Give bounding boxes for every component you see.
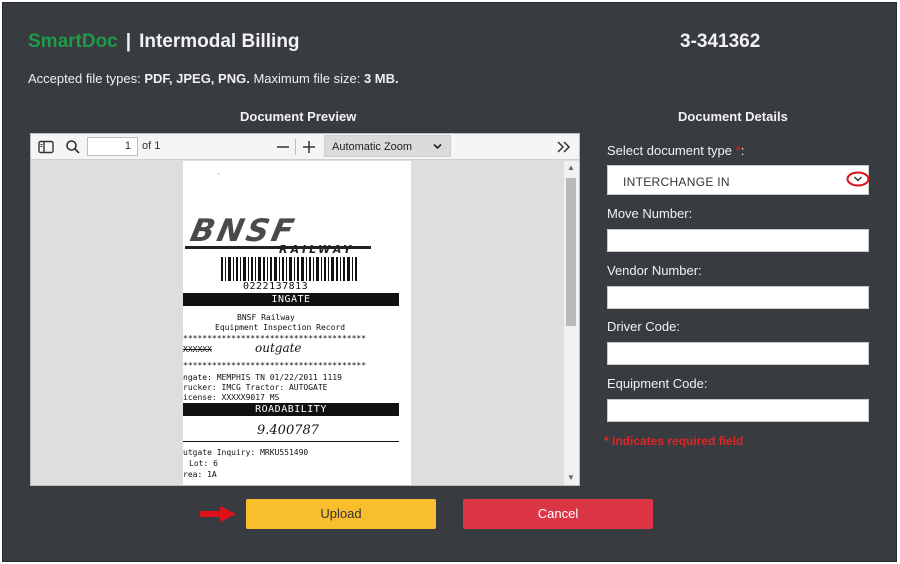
chevron-down-icon[interactable] <box>846 171 870 187</box>
handwritten-number: 9.400787 <box>257 423 320 438</box>
chevron-down-icon <box>433 143 442 150</box>
cancel-button[interactable]: Cancel <box>463 499 653 529</box>
page-speck: · <box>217 171 221 178</box>
stars-divider-2: ************************************** <box>183 361 367 370</box>
page-title: Intermodal Billing <box>139 31 300 52</box>
page-count-label: of 1 <box>142 140 161 152</box>
vendor-number-label: Vendor Number: <box>607 263 702 278</box>
doc-type-value: INTERCHANGE IN <box>623 175 730 189</box>
file-types-prefix: Accepted file types: <box>28 71 145 86</box>
zoom-select[interactable]: Automatic Zoom <box>324 135 451 157</box>
vendor-number-input[interactable] <box>607 286 869 309</box>
file-types: PDF, JPEG, PNG. <box>144 71 250 86</box>
file-size: 3 MB. <box>363 71 399 86</box>
ingate-bar: INGATE <box>183 293 399 306</box>
outgate-label: XXXXXX <box>183 345 212 354</box>
details-title: Document Details <box>678 109 788 124</box>
doc-type-label: Select document type *: <box>607 143 744 158</box>
file-info: Accepted file types: PDF, JPEG, PNG. Max… <box>28 71 399 86</box>
document-number: 3-341362 <box>680 31 761 52</box>
trucker-line: rucker: IMCG Tractor: AUTOGATE <box>183 383 328 392</box>
doc-type-select[interactable]: INTERCHANGE IN <box>607 165 869 195</box>
handwritten-outgate: outgate <box>255 341 302 355</box>
doc-type-colon: : <box>740 143 745 158</box>
driver-code-label: Driver Code: <box>607 319 680 334</box>
inquiry-line: utgate Inquiry: MRKU551490 <box>183 448 309 457</box>
toolbar-divider <box>295 139 296 155</box>
zoom-out-icon[interactable] <box>274 138 292 156</box>
barcode <box>221 257 357 281</box>
red-arrow-icon <box>200 506 236 522</box>
barcode-number: 0222137813 <box>243 281 309 292</box>
logo-railway: RAILWAY <box>279 243 355 256</box>
license-line: icense: XXXXX9017 MS <box>183 393 280 402</box>
zoom-select-value: Automatic Zoom <box>332 141 413 153</box>
move-number-input[interactable] <box>607 229 869 252</box>
brand-name: SmartDoc <box>28 31 118 52</box>
app-header: SmartDoc | Intermodal Billing <box>28 31 300 53</box>
equipment-code-input[interactable] <box>607 399 869 422</box>
scroll-down-icon[interactable]: ▼ <box>567 473 575 482</box>
driver-code-input[interactable] <box>607 342 869 365</box>
rule-line <box>183 441 399 442</box>
ingate-line: ngate: MEMPHIS TN 01/22/2011 1119 <box>183 373 342 382</box>
double-chevron-right-icon[interactable] <box>555 138 573 156</box>
page-number-input[interactable]: 1 <box>87 137 138 156</box>
document-page: · BNSF RAILWAY 0222137813 INGATE BNSF Ra… <box>183 161 411 485</box>
sidebar-toggle-icon[interactable] <box>37 138 55 156</box>
roadability-bar: ROADABILITY <box>183 403 399 416</box>
company-line: BNSF Railway <box>237 313 295 322</box>
move-number-label: Move Number: <box>607 206 693 221</box>
preview-title: Document Preview <box>240 109 357 124</box>
search-icon[interactable] <box>64 138 82 156</box>
header-separator: | <box>125 31 132 52</box>
record-line: Equipment Inspection Record <box>215 323 346 332</box>
doc-type-label-text: Select document type <box>607 143 736 158</box>
upload-button[interactable]: Upload <box>246 499 436 529</box>
pdf-toolbar: 1 of 1 Automatic Zoom <box>31 134 579 160</box>
scrollbar-thumb[interactable] <box>566 178 576 326</box>
equipment-code-label: Equipment Code: <box>607 376 708 391</box>
file-size-prefix: Maximum file size: <box>249 71 364 86</box>
required-field-note: * Indicates required field <box>604 434 744 448</box>
lot-line: Lot: 6 <box>189 459 218 468</box>
area-line: rea: 1A <box>183 470 217 479</box>
zoom-in-icon[interactable] <box>300 138 318 156</box>
pdf-viewer: 1 of 1 Automatic Zoom · BNSF RAILWAY 022… <box>30 133 580 486</box>
scroll-up-icon[interactable]: ▲ <box>567 163 575 172</box>
